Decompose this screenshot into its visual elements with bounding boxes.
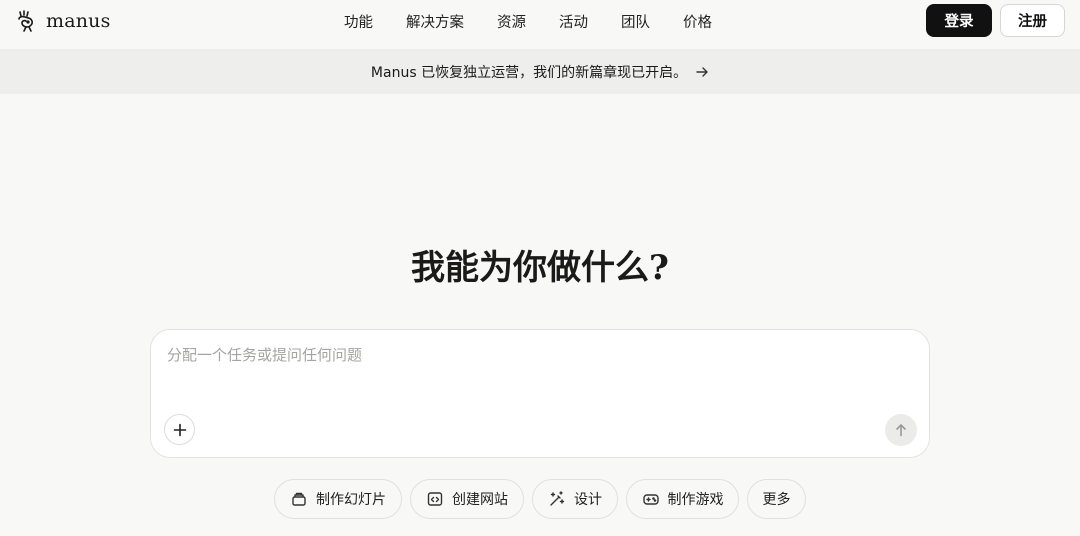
arrow-up-icon (896, 424, 906, 437)
main-nav: 功能 解决方案 资源 活动 团队 价格 (344, 8, 712, 34)
magic-wand-icon (550, 491, 565, 506)
announcement-text: Manus 已恢复独立运营，我们的新篇章现已开启。 (370, 64, 688, 81)
nav-item-events[interactable]: 活动 (559, 11, 588, 32)
create-website-chip[interactable]: 创建网站 (410, 479, 524, 519)
brand-logo[interactable]: manus (16, 8, 111, 34)
nav-item-solutions[interactable]: 解决方案 (406, 11, 464, 32)
nav-item-features[interactable]: 功能 (344, 11, 373, 32)
code-window-icon (427, 492, 443, 506)
login-button[interactable]: 登录 (926, 4, 992, 37)
design-label: 设计 (574, 492, 602, 508)
slides-icon (292, 492, 306, 506)
make-game-label: 制作游戏 (667, 492, 724, 508)
make-slides-chip[interactable]: 制作幻灯片 (274, 479, 402, 519)
task-composer (150, 329, 930, 458)
gamepad-icon (642, 494, 659, 505)
top-navigation-bar: manus 功能 解决方案 资源 活动 团队 价格 登录 注册 (0, 0, 1080, 48)
register-button[interactable]: 注册 (1000, 4, 1065, 37)
more-chip[interactable]: 更多 (747, 479, 806, 519)
create-website-label: 创建网站 (452, 492, 508, 508)
nav-item-team[interactable]: 团队 (621, 11, 650, 32)
make-slides-label: 制作幻灯片 (316, 492, 386, 508)
make-game-chip[interactable]: 制作游戏 (626, 479, 739, 519)
more-label: 更多 (762, 492, 791, 508)
nav-item-resources[interactable]: 资源 (497, 11, 526, 32)
send-button[interactable] (885, 414, 917, 446)
brand-name: manus (46, 10, 111, 32)
manus-logo-icon (18, 10, 33, 32)
plus-icon (173, 423, 186, 436)
page-title: 我能为你做什么? (411, 248, 669, 288)
nav-item-pricing[interactable]: 价格 (683, 11, 712, 32)
task-input[interactable] (167, 344, 907, 404)
announcement-banner[interactable]: Manus 已恢复独立运营，我们的新篇章现已开启。 (0, 49, 1080, 94)
arrow-right-icon (696, 66, 708, 77)
add-attachment-button[interactable] (164, 414, 195, 445)
design-chip[interactable]: 设计 (532, 479, 618, 519)
